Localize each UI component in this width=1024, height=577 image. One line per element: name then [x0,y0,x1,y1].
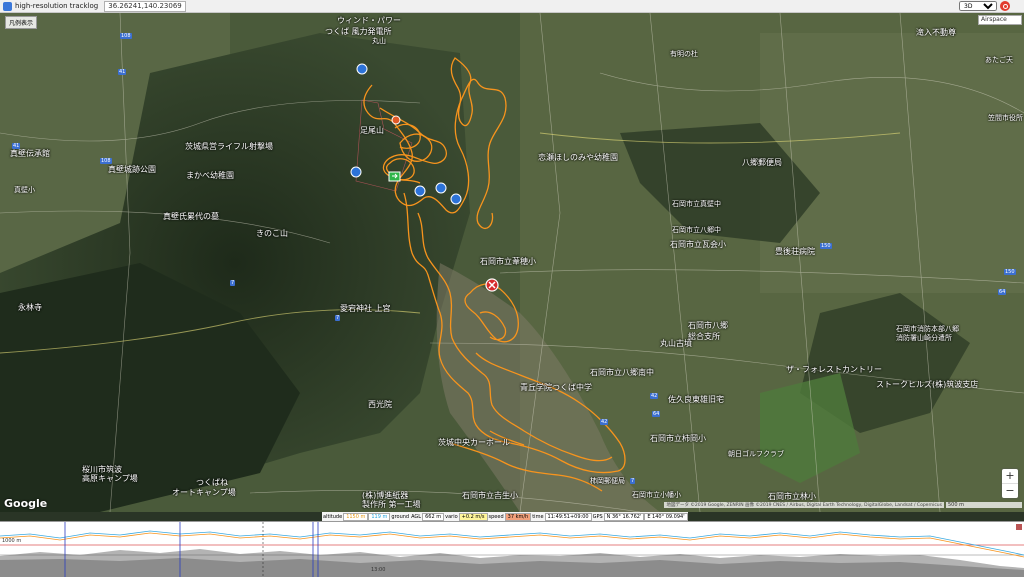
zoom-out-button[interactable]: − [1002,484,1018,498]
waypoint-marker[interactable] [450,193,462,205]
download-icon[interactable] [1016,524,1022,530]
time-value: 11:49:51+09:00 [544,512,592,521]
map-label[interactable]: 石岡市立真壁中 [672,199,721,209]
map-label[interactable]: 笠間市役所 [988,113,1023,123]
map-label[interactable]: 石岡市立柿岡小 [650,433,706,444]
gps-label: GPS [592,513,603,520]
map-label[interactable]: 石岡市立小幡小 [632,490,681,500]
ground-label: ground [391,513,410,520]
map-label[interactable]: 丸山古墳 [660,338,692,349]
map-label[interactable]: 有明の杜 [670,49,698,59]
profile-x-label: 13:00 [371,567,386,573]
map-label[interactable]: 永林寺 [18,302,42,313]
waypoint-marker[interactable] [435,182,447,194]
map-label[interactable]: 真壁伝承館 [10,148,50,159]
map-label[interactable]: 石岡市立八郷南中 [590,367,654,378]
route-number-badge: 41 [12,143,21,149]
map-label[interactable]: 茨城県営ライフル射撃場 [185,141,273,152]
map-label[interactable]: 恋瀬ほしのみや幼稚園 [538,152,618,163]
vario-label: vario [445,513,458,520]
map-label[interactable]: 石岡市八郷 [688,320,728,331]
map-view[interactable]: ウィンド・パワー つくば 風力発電所 丸山 有明の杜 滝入不動尊 あたご天 足尾山 笠間市役所… [0,13,1024,512]
map-label[interactable]: 青丘学院つくば中学 [520,382,592,393]
map-label[interactable]: 石岡市立八郷中 [672,225,721,235]
altitude-value: 1150 m [343,512,369,521]
coordinate-input[interactable]: 36.26241,140.23069 [104,0,186,12]
track-status-bar: altitude 1150 m 119 m ground AGL 662 m v… [322,512,688,521]
map-scale: 500 m [946,502,1022,508]
map-label[interactable]: 朝日ゴルフクラブ [728,449,784,459]
map-label[interactable]: 愛宕神社 上宮 [340,303,391,314]
agl-label: AGL [411,513,422,520]
map-label[interactable]: 総合支所 [688,331,720,342]
airspace-toggle[interactable]: Airspace [978,15,1022,25]
map-label[interactable]: 佐久良東雄旧宅 [668,394,724,405]
waypoint-marker[interactable] [356,63,368,75]
map-label[interactable]: 石岡市立吉生小 [462,490,518,501]
speed-label: speed [488,513,504,520]
route-number-badge: 42 [600,419,609,425]
route-number-badge: 42 [650,393,659,399]
zoom-in-button[interactable]: + [1002,469,1018,484]
legend-button[interactable]: 凡例表示 [5,16,38,29]
map-label[interactable]: 高原キャンプ場 [82,473,138,484]
agl-value: 662 m [422,512,445,521]
waypoint-marker[interactable] [350,166,362,178]
route-number-badge: 108 [120,33,132,39]
map-label[interactable]: 真壁氏累代の墓 [163,211,219,222]
view-mode-select[interactable]: 3D [959,1,997,11]
map-label[interactable]: 真壁城跡公園 [108,164,156,175]
google-logo: Google [4,497,48,510]
top-toolbar: high-resolution tracklog 36.26241,140.23… [0,0,1024,13]
ground-value: 119 m [368,512,391,521]
waypoint-marker[interactable] [414,185,426,197]
profile-y-label: 1000 m [2,538,22,544]
route-number-badge: 64 [998,289,1007,295]
map-label[interactable]: ザ・フォレストカントリー [786,364,882,375]
search-icon[interactable] [1000,1,1010,11]
map-label[interactable]: 製作所 第一工場 [362,499,421,510]
map-label[interactable]: 丸山 [372,36,386,46]
map-label[interactable]: 消防署山崎分遣所 [896,333,952,343]
altitude-profile[interactable]: 1000 m 13:00 [0,521,1024,577]
app-title: high-resolution tracklog [15,2,99,10]
map-label[interactable]: あたご天 [985,55,1013,65]
map-label[interactable]: 石岡市立葦穂小 [480,256,536,267]
time-label: time [532,513,544,520]
latitude-value: N 36° 16.762' [603,512,645,521]
altitude-label: altitude [323,513,343,520]
map-label[interactable]: 西光院 [368,399,392,410]
map-label[interactable]: 八郷郵便局 [742,157,782,168]
map-label[interactable]: オートキャンプ場 [172,487,236,498]
map-label[interactable]: 柿岡郵便局 [590,476,625,486]
map-label[interactable]: まかべ幼稚園 [186,170,234,181]
route-number-badge: 64 [652,411,661,417]
vario-value: +0.2 m/s [458,512,488,521]
map-label[interactable]: 滝入不動尊 [916,27,956,38]
route-number-badge: 108 [100,158,112,164]
speed-value: 37 km/h [504,512,532,521]
map-label[interactable]: きのこ山 [256,228,288,239]
map-label[interactable]: 茨城中央カーボール [438,437,510,448]
zoom-control: + − [1002,469,1018,498]
takeoff-marker[interactable] [391,115,401,125]
route-number-badge: 41 [118,69,127,75]
map-label[interactable]: 石岡市立林小 [768,491,816,502]
altitude-profile-graph [0,522,1024,577]
app-logo-icon [3,1,12,11]
route-number-badge: 150 [820,243,832,249]
map-label[interactable]: ウィンド・パワー [337,15,401,26]
route-number-badge: 150 [1004,269,1016,275]
route-number-badge: 7 [230,280,236,286]
map-label[interactable]: ストークヒルズ(株)筑波支店 [876,379,978,390]
map-label[interactable]: 石岡市立瓦会小 [670,239,726,250]
map-label[interactable]: 豊後荘病院 [775,246,815,257]
map-label[interactable]: 真壁小 [14,185,35,195]
map-attribution: 地図データ ©2019 Google, ZENRIN 画像 ©2019 CNES… [664,502,944,508]
route-number-badge: 7 [335,315,341,321]
longitude-value: E 140° 09.094' [644,512,688,521]
map-label[interactable]: 足尾山 [360,125,384,136]
route-number-badge: 7 [630,478,636,484]
